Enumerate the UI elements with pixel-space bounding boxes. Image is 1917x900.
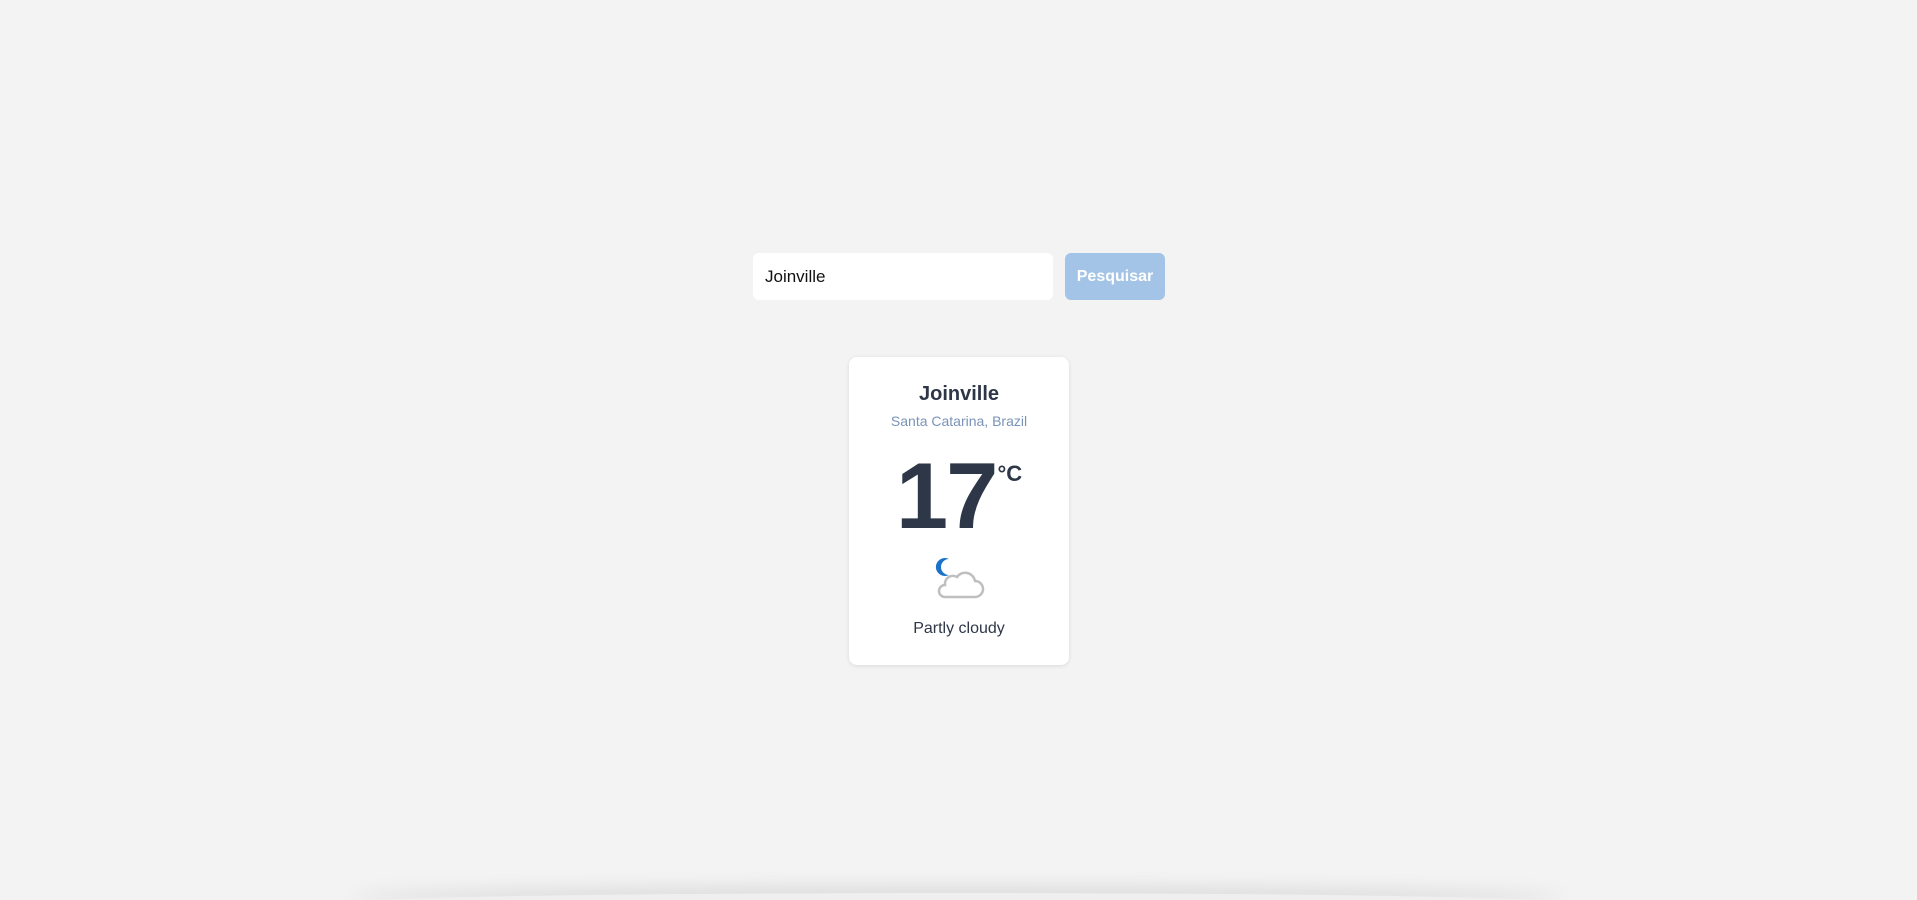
cloud-shape — [937, 571, 985, 599]
temperature-value: 17 — [895, 443, 999, 548]
search-input[interactable] — [753, 253, 1053, 300]
temperature-unit: °C — [997, 461, 1023, 486]
region-label: Santa Catarina, Brazil — [890, 413, 1028, 429]
city-name: Joinville — [918, 383, 1000, 405]
temperature-display: 17 °C — [849, 443, 1069, 548]
partly-cloudy-night-icon — [935, 558, 985, 599]
search-bar: Pesquisar — [753, 253, 1165, 300]
moon-shape — [935, 558, 949, 576]
search-button[interactable]: Pesquisar — [1065, 253, 1165, 300]
weather-card: Joinville Santa Catarina, Brazil 17 °C P… — [849, 357, 1069, 665]
page: Pesquisar Joinville Santa Catarina, Braz… — [0, 0, 1917, 900]
bottom-panel-edge — [350, 893, 1565, 900]
condition-label: Partly cloudy — [913, 620, 1005, 637]
